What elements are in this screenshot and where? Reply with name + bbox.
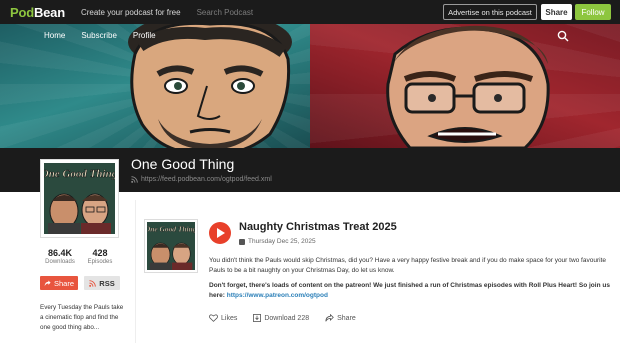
share-icon <box>44 279 51 286</box>
download-label: Download 228 <box>264 314 310 322</box>
column-divider <box>135 200 136 343</box>
podcast-share-label: Share <box>53 278 74 288</box>
downloads-count: 86.4K <box>47 248 73 258</box>
episode-cover-title-text: One Good Thing <box>147 224 195 233</box>
nav-profile[interactable]: Profile <box>133 31 156 40</box>
nav-home[interactable]: Home <box>44 31 65 40</box>
download-button[interactable]: Download 228 <box>253 314 309 322</box>
podcast-title[interactable]: One Good Thing <box>131 156 234 172</box>
podcast-description: Every Tuesday the Pauls take a cinematic… <box>40 304 124 331</box>
podcast-rss-button[interactable]: RSS <box>84 276 120 290</box>
podcast-nav: Home Subscribe Profile <box>0 24 620 46</box>
episode-paragraph-2: Don't forget, there's loads of content o… <box>209 281 614 301</box>
downloads-stat: 86.4K Downloads <box>40 248 80 265</box>
podbean-logo[interactable]: Pod Bean <box>10 5 65 20</box>
feed-url: https://feed.podbean.com/ogtpod/feed.xml <box>141 176 272 183</box>
episode-actions: Likes Download 228 Share <box>209 314 372 322</box>
advertise-button[interactable]: Advertise on this podcast <box>443 4 537 20</box>
episode-date: Thursday Dec 25, 2025 <box>248 238 316 245</box>
search-icon[interactable] <box>557 30 569 42</box>
follow-button[interactable]: Follow <box>575 4 611 20</box>
podcast-cover-art: One Good Thing <box>41 163 118 234</box>
episodes-stat: 428 Episodes <box>80 248 120 265</box>
heart-icon <box>209 314 218 322</box>
logo-pod: Pod <box>10 4 34 20</box>
feed-url-line[interactable]: https://feed.podbean.com/ogtpod/feed.xml <box>131 176 272 183</box>
top-navbar: PodBean Create your podcast for free Adv… <box>0 0 620 24</box>
share-button[interactable]: Share <box>541 4 572 20</box>
podcast-cover[interactable]: One Good Thing <box>40 159 119 238</box>
search-input[interactable] <box>196 5 307 19</box>
download-icon <box>253 314 262 322</box>
rss-icon <box>131 176 138 183</box>
calendar-icon <box>239 238 245 245</box>
episode-share-button[interactable]: Share <box>325 314 356 322</box>
downloads-label: Downloads <box>45 259 75 265</box>
patreon-link[interactable]: https://www.patreon.com/ogtpod <box>227 292 328 299</box>
likes-button[interactable]: Likes <box>209 314 237 322</box>
create-podcast-link[interactable]: Create your podcast for free <box>81 8 181 17</box>
podcast-banner: Home Subscribe Profile <box>0 24 620 148</box>
podcast-share-button[interactable]: Share <box>40 276 78 290</box>
episode-title[interactable]: Naughty Christmas Treat 2025 <box>239 221 397 233</box>
episode-date-row: Thursday Dec 25, 2025 <box>239 238 316 245</box>
likes-label: Likes <box>221 314 238 322</box>
logo-bean: Bean <box>33 4 65 20</box>
cover-title-text: One Good Thing <box>44 168 115 180</box>
episode-cover-art: One Good Thing <box>145 222 197 270</box>
podcast-stats: 86.4K Downloads 428 Episodes <box>40 248 120 265</box>
rss-icon <box>89 279 97 287</box>
episodes-label: Episodes <box>87 259 113 265</box>
episode-description: You didn't think the Pauls would skip Ch… <box>209 256 614 301</box>
podcast-page: PodBean Create your podcast for free Adv… <box>0 0 620 343</box>
episode-cover[interactable]: One Good Thing <box>144 219 198 273</box>
episodes-count: 428 <box>92 248 108 258</box>
nav-subscribe[interactable]: Subscribe <box>81 31 117 40</box>
podcast-rss-label: RSS <box>99 278 115 288</box>
episode-share-label: Share <box>337 314 356 322</box>
play-icon[interactable] <box>209 222 231 244</box>
episode-paragraph-1: You didn't think the Pauls would skip Ch… <box>209 257 606 274</box>
share-icon <box>325 314 334 322</box>
